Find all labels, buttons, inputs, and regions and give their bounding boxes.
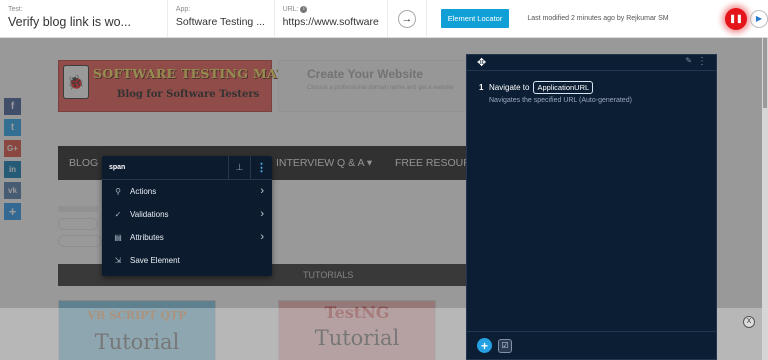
- pause-recording-button[interactable]: ❚❚: [725, 7, 747, 30]
- close-ad-button[interactable]: X: [743, 316, 755, 328]
- app-field[interactable]: App: Software Testing ...: [168, 0, 275, 37]
- test-step[interactable]: 1 Navigate to ApplicationURL Navigates t…: [479, 81, 632, 104]
- url-label: URL:: [282, 6, 299, 13]
- share-icon[interactable]: +: [4, 203, 21, 220]
- menu-header: span ⊥ ⋮: [102, 155, 272, 180]
- more-options-icon[interactable]: ⋮: [697, 56, 707, 67]
- navigate-url-button[interactable]: →: [387, 0, 427, 37]
- website-ad-banner[interactable]: Create Your Website Choose a professiona…: [278, 60, 468, 112]
- scrollbar-thumb[interactable]: [763, 38, 767, 108]
- test-name-field[interactable]: Test: Verify blog link is wo...: [0, 0, 168, 37]
- menu-item-label: Validations: [130, 210, 169, 219]
- clipboard-icon: ▤: [114, 233, 122, 242]
- play-icon: ▶: [755, 14, 763, 23]
- last-modified-text: Last modified 2 minutes ago by Rejkumar …: [527, 15, 669, 22]
- site-logo[interactable]: 🐞 SOFTWARE TESTING MATERIAL Blog for Sof…: [58, 60, 331, 112]
- google-plus-icon[interactable]: G+: [4, 140, 21, 157]
- placeholder-pill: [58, 218, 98, 230]
- panel-header: ✥ ✎ ⋮: [467, 55, 716, 71]
- hierarchy-icon[interactable]: ⊥: [228, 155, 250, 180]
- url-value[interactable]: https://www.softwarete: [283, 14, 380, 30]
- twitter-icon[interactable]: t: [4, 119, 21, 136]
- play-button[interactable]: ▶: [750, 9, 768, 28]
- pin-icon[interactable]: ✎: [685, 56, 692, 65]
- menu-item-attributes[interactable]: ▤ Attributes ›: [102, 226, 272, 249]
- more-options-icon[interactable]: ⋮: [250, 155, 272, 180]
- bug-magnifier-icon: 🐞: [63, 65, 89, 99]
- arrow-right-icon: →: [397, 9, 416, 28]
- recorder-toolbar: Test: Verify blog link is wo... App: Sof…: [0, 0, 768, 38]
- ad-text: Choose a professional domain name and ge…: [307, 85, 454, 91]
- step-number: 1: [479, 83, 484, 92]
- placeholder-pill: [58, 235, 102, 247]
- step-action: Navigate to: [489, 83, 530, 92]
- url-field[interactable]: URL: i https://www.softwarete: [275, 0, 388, 37]
- nav-blog-link[interactable]: BLOG: [69, 157, 98, 169]
- add-step-button[interactable]: +: [477, 338, 492, 353]
- nav-interview-link[interactable]: INTERVIEW Q & A ▾: [276, 157, 372, 169]
- tutorials-label: TUTORIALS: [303, 270, 354, 280]
- move-icon[interactable]: ✥: [477, 56, 486, 69]
- panel-footer: + ☑: [467, 331, 716, 359]
- app-value[interactable]: Software Testing ...: [176, 14, 266, 30]
- menu-item-save-element[interactable]: ⇲ Save Element: [102, 249, 272, 272]
- element-tag-name: span: [109, 164, 126, 171]
- linkedin-icon[interactable]: in: [4, 161, 21, 178]
- element-locator-button[interactable]: Element Locator: [440, 9, 510, 28]
- logo-subtitle: Blog for Software Testers: [117, 89, 260, 100]
- menu-item-validations[interactable]: ✓ Validations ›: [102, 203, 272, 226]
- info-icon[interactable]: i: [300, 5, 308, 13]
- menu-item-label: Actions: [130, 187, 157, 196]
- test-label: Test:: [8, 6, 23, 13]
- save-element-icon: ⇲: [114, 256, 122, 265]
- page-scrollbar[interactable]: [762, 38, 768, 360]
- test-steps-panel: ✥ ✎ ⋮ 1 Navigate to ApplicationURL Navig…: [466, 54, 717, 360]
- social-share-bar: f t G+ in vk +: [4, 98, 21, 220]
- chevron-right-icon: ›: [260, 185, 264, 197]
- menu-item-actions[interactable]: ⚲ Actions ›: [102, 180, 272, 203]
- pause-icon: ❚❚: [729, 14, 743, 23]
- placeholder-text: [58, 206, 98, 212]
- validation-checkbox-icon[interactable]: ☑: [498, 338, 512, 353]
- menu-item-label: Attributes: [130, 233, 164, 242]
- ad-title: Create Your Website: [307, 67, 424, 81]
- app-label: App:: [175, 6, 191, 13]
- test-name-value[interactable]: Verify blog link is wo...: [8, 14, 159, 30]
- facebook-icon[interactable]: f: [4, 98, 21, 115]
- chevron-right-icon: ›: [260, 231, 264, 243]
- step-description: Navigates the specified URL (Auto-genera…: [489, 97, 632, 104]
- element-context-menu: span ⊥ ⋮ ⚲ Actions › ✓ Validations › ▤ A…: [102, 155, 272, 276]
- actions-icon: ⚲: [115, 187, 121, 196]
- vk-icon[interactable]: vk: [4, 182, 21, 199]
- check-icon: ✓: [114, 210, 122, 219]
- step-variable-chip[interactable]: ApplicationURL: [533, 81, 594, 94]
- chevron-right-icon: ›: [260, 208, 264, 220]
- menu-item-label: Save Element: [130, 256, 180, 265]
